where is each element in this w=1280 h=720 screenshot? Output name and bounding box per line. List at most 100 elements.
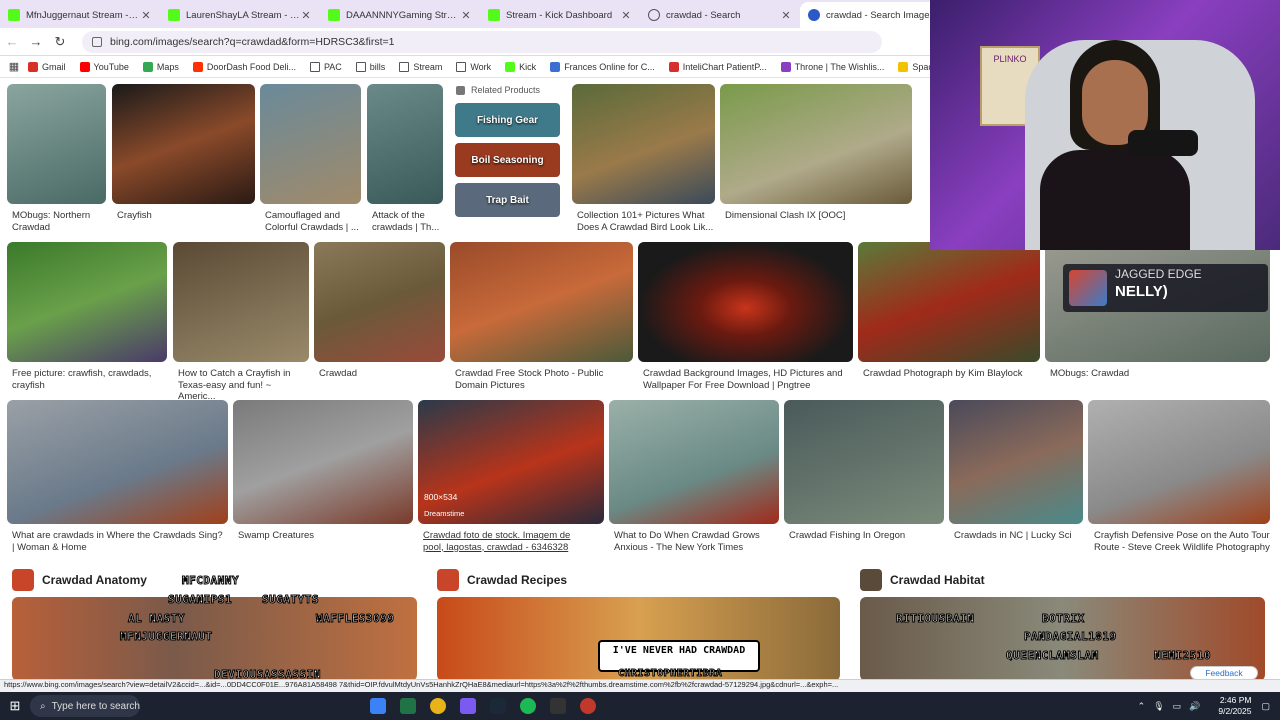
url-field[interactable]: bing.com/images/search?q=crawdad&form=HD…	[82, 30, 882, 53]
chrome-icon[interactable]	[430, 698, 446, 714]
result-caption[interactable]: Attack of the crawdads | Th...	[372, 210, 444, 233]
bookmark-kick[interactable]: Kick	[505, 61, 536, 72]
anatomy-images[interactable]	[12, 597, 417, 679]
result-image[interactable]	[609, 400, 779, 524]
kick-icon	[8, 9, 20, 21]
result-image[interactable]	[7, 242, 167, 362]
bookmark-youtube[interactable]: YouTube	[79, 61, 129, 72]
result-caption[interactable]: Free picture: crawfish, crawdads, crayfi…	[12, 368, 167, 391]
result-caption[interactable]: Crawdad Free Stock Photo - Public Domain…	[455, 368, 633, 391]
result-image[interactable]	[858, 242, 1040, 362]
bookmark-maps[interactable]: Maps	[142, 61, 179, 72]
obs-icon[interactable]	[580, 698, 596, 714]
result-caption[interactable]: Collection 101+ Pictures What Does A Cra…	[577, 210, 715, 233]
outlook-icon[interactable]	[370, 698, 386, 714]
app-icon[interactable]	[460, 698, 476, 714]
notifications-icon[interactable]: ▢	[1261, 701, 1270, 712]
microphone-icon[interactable]: 🎙	[1153, 701, 1164, 712]
link-status-bar: https://www.bing.com/images/search?view=…	[0, 679, 1280, 692]
back-icon[interactable]: ←	[0, 34, 24, 49]
tab-mfnjuggernaut[interactable]: MfnJuggernaut Stream - Watch✕	[0, 2, 160, 28]
result-image[interactable]	[260, 84, 361, 204]
result-caption[interactable]: Swamp Creatures	[238, 530, 413, 542]
bookmark-folder-pac[interactable]: PAC	[309, 61, 342, 72]
result-image[interactable]	[314, 242, 445, 362]
result-caption[interactable]: Crawdads in NC | Lucky Sci	[954, 530, 1082, 542]
section-crawdad-anatomy[interactable]: Crawdad Anatomy	[12, 569, 147, 591]
taskbar-search-input[interactable]: ⌕ Type here to search	[30, 695, 140, 717]
apps-grid-icon[interactable]: ▦	[0, 60, 28, 73]
result-image[interactable]	[450, 242, 633, 362]
result-image[interactable]	[7, 84, 106, 204]
forward-icon[interactable]: →	[24, 34, 48, 49]
tab-kick-dashboard[interactable]: Stream - Kick Dashboard ✕	[480, 2, 640, 28]
volume-icon[interactable]: 🔊	[1189, 701, 1200, 712]
site-info-icon[interactable]	[92, 36, 102, 47]
result-caption[interactable]: Crawdad foto de stock. Imagem de pool, l…	[423, 530, 583, 553]
result-caption[interactable]: MObugs: Crawdad	[1050, 368, 1270, 380]
frances-icon	[550, 61, 561, 72]
section-crawdad-recipes[interactable]: Crawdad Recipes	[437, 569, 567, 591]
reload-icon[interactable]: ↻	[48, 34, 72, 50]
bookmark-throne[interactable]: Throne | The Wishlis...	[780, 61, 884, 72]
result-caption[interactable]: What to Do When Crawdad Grows Anxious - …	[614, 530, 774, 553]
result-image[interactable]	[233, 400, 413, 524]
result-image[interactable]	[173, 242, 309, 362]
result-caption[interactable]: How to Catch a Crayfish in Texas-easy an…	[178, 368, 308, 403]
chevron-up-icon[interactable]: ⌃	[1138, 701, 1146, 712]
result-image[interactable]	[720, 84, 912, 204]
result-caption[interactable]: Crawdad Photograph by Kim Blaylock	[863, 368, 1038, 380]
close-icon[interactable]: ✕	[140, 9, 152, 22]
tag-icon	[456, 85, 465, 95]
result-image[interactable]	[7, 400, 228, 524]
chat-avatar-name: RITIOUSBAIN	[895, 612, 975, 626]
result-image[interactable]	[367, 84, 443, 204]
close-icon[interactable]: ✕	[300, 9, 312, 22]
result-image[interactable]	[112, 84, 255, 204]
bookmark-intelichart[interactable]: InteliChart PatientP...	[668, 61, 767, 72]
result-caption[interactable]: Crawdad Fishing In Oregon	[789, 530, 944, 542]
close-icon[interactable]: ✕	[460, 9, 472, 22]
tab-daaannnygaming[interactable]: DAAANNNYGaming Stream - W✕	[320, 2, 480, 28]
steam-icon[interactable]	[490, 698, 506, 714]
bookmark-folder-stream[interactable]: Stream	[399, 61, 442, 72]
tab-laurenshayla[interactable]: LaurenShayLA Stream - Watch✕	[160, 2, 320, 28]
tab-crawdad-search[interactable]: crawdad - Search ✕	[640, 2, 800, 28]
result-caption[interactable]: Camouflaged and Colorful Crawdads | ...	[265, 210, 363, 233]
result-caption[interactable]: Crayfish	[117, 210, 247, 222]
clock[interactable]: 2:46 PM 9/2/2025	[1218, 695, 1251, 717]
bookmark-doordash[interactable]: DoorDash Food Deli...	[192, 61, 296, 72]
bookmark-folder-bills[interactable]: bills	[355, 61, 385, 72]
section-crawdad-habitat[interactable]: Crawdad Habitat	[860, 569, 985, 591]
excel-icon[interactable]	[400, 698, 416, 714]
result-image[interactable]	[1088, 400, 1270, 524]
chat-message-author: CHRISTOPHERTIBRA	[617, 668, 723, 680]
result-caption[interactable]: What are crawdads in Where the Crawdads …	[12, 530, 227, 553]
close-icon[interactable]: ✕	[620, 9, 632, 22]
bing-icon	[808, 9, 820, 21]
terminal-icon[interactable]	[550, 698, 566, 714]
bookmark-frances[interactable]: Frances Online for C...	[550, 61, 655, 72]
spotify-icon[interactable]	[520, 698, 536, 714]
result-caption[interactable]: Crayfish Defensive Pose on the Auto Tour…	[1094, 530, 1270, 553]
bookmark-folder-work[interactable]: Work	[456, 61, 491, 72]
result-image[interactable]	[949, 400, 1083, 524]
folder-icon	[399, 61, 410, 72]
bookmark-gmail[interactable]: Gmail	[28, 61, 66, 72]
related-fishing-gear[interactable]: Fishing Gear	[455, 103, 560, 137]
close-icon[interactable]: ✕	[780, 9, 792, 22]
result-image-hovered[interactable]	[418, 400, 604, 524]
network-icon[interactable]: ▭	[1173, 701, 1182, 712]
result-caption[interactable]: Dimensional Clash IX [OOC]	[725, 210, 910, 222]
feedback-button[interactable]: Feedback	[1190, 666, 1258, 679]
windows-start-icon[interactable]: ⊞	[0, 698, 30, 714]
related-boil-seasoning[interactable]: Boil Seasoning	[455, 143, 560, 177]
result-caption[interactable]: MObugs: Northern Crawdad	[12, 210, 108, 233]
result-caption[interactable]: Crawdad	[319, 368, 444, 380]
related-trap-bait[interactable]: Trap Bait	[455, 183, 560, 217]
result-image[interactable]	[572, 84, 715, 204]
result-image[interactable]	[638, 242, 853, 362]
image-source-badge: Dreamstime	[424, 509, 465, 518]
result-image[interactable]	[784, 400, 944, 524]
result-caption[interactable]: Crawdad Background Images, HD Pictures a…	[643, 368, 848, 391]
